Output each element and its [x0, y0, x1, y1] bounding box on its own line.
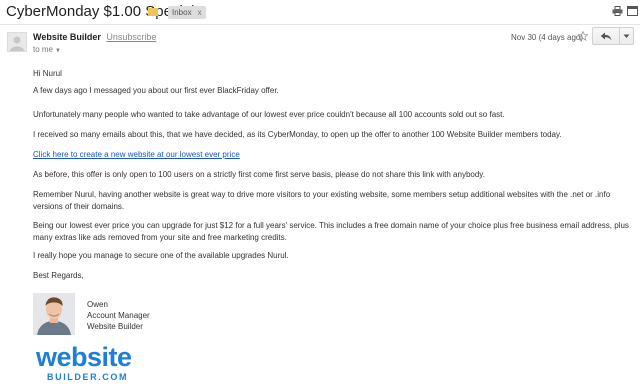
unsubscribe-link[interactable]: Unsubscribe: [106, 32, 156, 42]
person-portrait: [33, 293, 75, 335]
reply-button-group: [592, 27, 634, 45]
body-paragraph: I received so many emails about this, th…: [33, 130, 562, 139]
remove-label-icon[interactable]: x: [198, 8, 202, 17]
body-paragraph: A few days ago I messaged you about our …: [33, 86, 279, 95]
signature-block: Owen Account Manager Website Builder: [87, 299, 150, 332]
signature-title: Account Manager: [87, 311, 150, 320]
logo-wordmark: website: [36, 342, 132, 372]
inbox-label-text: Inbox: [172, 8, 192, 17]
label-tag-icon[interactable]: [148, 8, 158, 16]
avatar[interactable]: [7, 32, 27, 52]
star-icon[interactable]: [578, 31, 588, 41]
more-actions-button[interactable]: [620, 28, 633, 44]
body-paragraph: Being our lowest ever price you can upgr…: [33, 221, 629, 242]
header-divider: [0, 24, 640, 25]
body-paragraph: Unfortunately many people who wanted to …: [33, 110, 505, 119]
email-subject: CyberMonday $1.00 Special: [6, 3, 195, 20]
signature-company: Website Builder: [87, 322, 143, 331]
sender-name[interactable]: Website Builder: [33, 32, 101, 42]
website-builder-logo: website BUILDER.COM: [36, 342, 146, 384]
recipient-line[interactable]: to me ▼: [33, 45, 61, 54]
offer-link[interactable]: Click here to create a new website at ou…: [33, 150, 240, 159]
greeting: Hi Nurul: [33, 69, 62, 78]
offer-link-paragraph: Click here to create a new website at ou…: [33, 149, 633, 161]
signature-name: Owen: [87, 300, 108, 309]
default-avatar-icon: [10, 36, 24, 51]
body-paragraph: I really hope you manage to secure one o…: [33, 251, 289, 260]
body-paragraph: As before, this offer is only open to 10…: [33, 170, 485, 179]
reply-icon: [600, 32, 612, 40]
reply-button[interactable]: [593, 28, 620, 44]
print-icon[interactable]: [612, 6, 623, 16]
logo-subtitle: BUILDER.COM: [47, 372, 129, 382]
inbox-label-chip[interactable]: Inbox x: [168, 6, 206, 19]
new-window-icon[interactable]: [627, 6, 638, 16]
details-caret-icon[interactable]: ▼: [55, 48, 61, 54]
recipient-text: to me: [33, 45, 54, 54]
sender-line: Website Builder Unsubscribe: [33, 32, 156, 42]
closing: Best Regards,: [33, 271, 84, 280]
chevron-down-icon: [623, 34, 630, 38]
subject-bar: CyberMonday $1.00 Special Inbox x: [0, 0, 640, 24]
body-paragraph: Remember Nurul, having another website i…: [33, 190, 611, 211]
email-date: Nov 30 (4 days ago): [511, 33, 584, 42]
signature-photo: [33, 293, 75, 335]
